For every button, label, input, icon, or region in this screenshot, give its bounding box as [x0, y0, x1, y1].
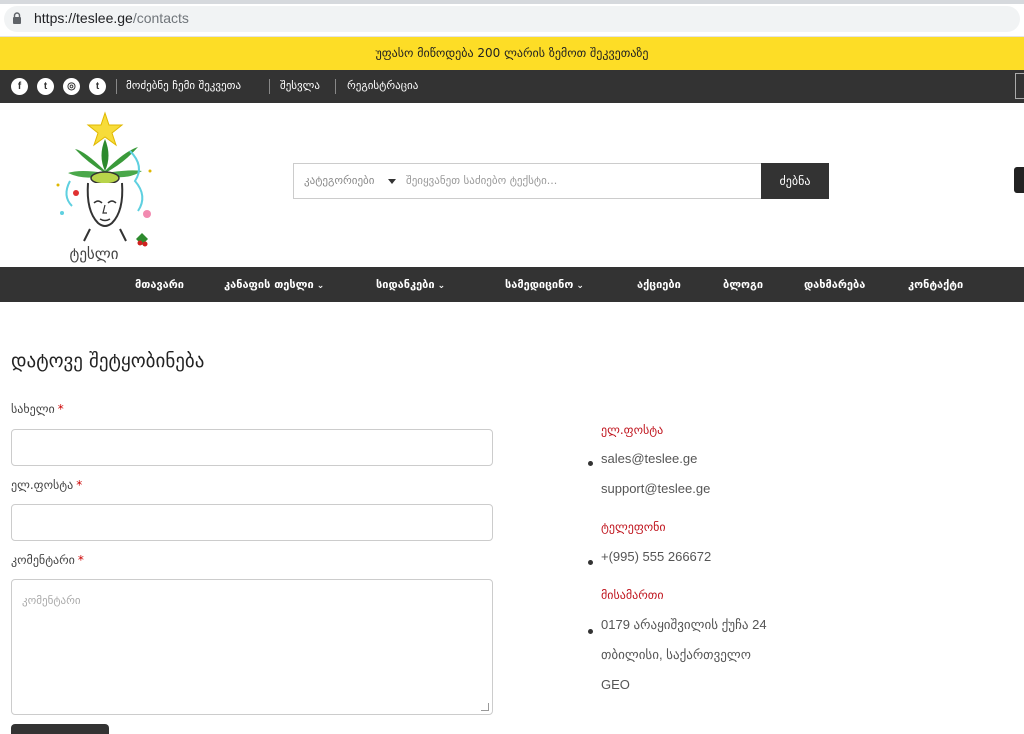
lock-icon: [13, 12, 21, 24]
page-title: დატოვე შეტყობინება: [11, 350, 205, 372]
nav-label: სამედიცინო: [505, 278, 574, 291]
promo-text: უფასო მიწოდება 200 ლარის ზემოთ შეკვეთაზე: [375, 46, 649, 60]
topbar-dropdown[interactable]: [1015, 73, 1024, 99]
search-input[interactable]: შეიყვანეთ საძიებო ტექსტი...: [406, 174, 557, 187]
email-label-text: ელ.ფოსტა: [11, 478, 74, 492]
nav-label: ბლოგი: [723, 278, 764, 291]
submit-button[interactable]: [11, 724, 109, 734]
comment-label: კომენტარი *: [11, 553, 84, 567]
promo-banner: უფასო მიწოდება 200 ლარის ზემოთ შეკვეთაზე: [0, 37, 1024, 70]
url-text[interactable]: https://teslee.ge/contacts: [34, 10, 189, 26]
list-bullet: [588, 461, 593, 466]
nav-label: კონტაქტი: [908, 278, 964, 291]
sales-email[interactable]: sales@teslee.ge: [601, 451, 697, 466]
address-heading: მისამართი: [601, 588, 664, 602]
url-host: https://teslee.ge: [34, 10, 133, 26]
divider: [335, 79, 336, 94]
nav-label: დახმარება: [804, 278, 866, 291]
site-header: ტესლი კატეგორიები შეიყვანეთ საძიებო ტექს…: [0, 103, 1024, 267]
list-bullet: [588, 560, 593, 565]
nav-label: კანაფის თესლი: [224, 278, 314, 291]
nav-item-home[interactable]: მთავარი: [135, 278, 184, 291]
list-bullet: [588, 629, 593, 634]
email-heading: ელ.ფოსტა: [601, 423, 664, 437]
chevron-down-icon: ⌄: [316, 281, 325, 291]
facebook-icon[interactable]: f: [11, 78, 28, 95]
name-field[interactable]: [11, 429, 493, 466]
comment-label-text: კომენტარი: [11, 553, 75, 567]
required-mark: *: [76, 478, 83, 492]
instagram-icon[interactable]: ◎: [63, 78, 80, 95]
register-link[interactable]: რეგისტრაცია: [347, 79, 418, 92]
twitter-icon[interactable]: t: [37, 78, 54, 95]
nav-item-medical[interactable]: სამედიცინო ⌄: [505, 278, 584, 291]
track-order-link[interactable]: მოძებნე ჩემი შეკვეთა: [126, 79, 241, 92]
nav-item-blog[interactable]: ბლოგი: [723, 278, 763, 291]
name-label-text: სახელი: [11, 402, 55, 416]
email-label: ელ.ფოსტა *: [11, 478, 82, 492]
nav-item-contact[interactable]: კონტაქტი: [908, 278, 963, 291]
support-email[interactable]: support@teslee.ge: [601, 481, 710, 496]
search-button[interactable]: ძებნა: [761, 163, 829, 199]
url-path: /contacts: [132, 10, 189, 26]
nav-label: სიდანკები: [376, 278, 435, 291]
main-nav: მთავარი კანაფის თესლი ⌄ სიდანკები ⌄ სამედი…: [0, 267, 1024, 302]
nav-item-seeds[interactable]: კანაფის თესლი ⌄: [224, 278, 324, 291]
browser-tab-strip: [0, 0, 1024, 4]
comment-placeholder: კომენტარი: [22, 594, 81, 607]
phone-heading: ტელეფონი: [601, 520, 666, 534]
nav-item-accessories[interactable]: სიდანკები ⌄: [376, 278, 445, 291]
nav-item-help[interactable]: დახმარება: [804, 278, 865, 291]
phone-number[interactable]: +(995) 555 266672: [601, 549, 711, 564]
nav-item-sales[interactable]: აქციები: [637, 278, 681, 291]
name-label: სახელი *: [11, 402, 64, 416]
cart-icon[interactable]: [1014, 167, 1024, 193]
chevron-down-icon[interactable]: [388, 179, 396, 184]
chevron-down-icon: ⌄: [437, 281, 446, 291]
divider: [116, 79, 117, 94]
nav-label: აქციები: [637, 278, 681, 291]
address-country: GEO: [601, 677, 630, 692]
divider: [269, 79, 270, 94]
browser-address-bar: https://teslee.ge/contacts: [0, 0, 1024, 37]
comment-field[interactable]: კომენტარი: [11, 579, 493, 715]
login-link[interactable]: შესვლა: [280, 79, 320, 92]
top-bar: f t ◎ t მოძებნე ჩემი შეკვეთა შესვლა რეგი…: [0, 70, 1024, 103]
nav-label: მთავარი: [135, 278, 185, 291]
email-field[interactable]: [11, 504, 493, 541]
tumblr-icon[interactable]: t: [89, 78, 106, 95]
required-mark: *: [57, 402, 64, 416]
required-mark: *: [77, 553, 84, 567]
search-bar: კატეგორიები შეიყვანეთ საძიებო ტექსტი... …: [293, 163, 829, 199]
resize-handle[interactable]: [481, 703, 489, 711]
site-logo[interactable]: ტესლი: [50, 111, 160, 263]
chevron-down-icon: ⌄: [576, 281, 584, 291]
category-select[interactable]: კატეგორიები: [304, 174, 374, 187]
logo-text: ტესლი: [70, 245, 119, 263]
address-city: თბილისი, საქართველო: [601, 647, 751, 662]
contact-page: დატოვე შეტყობინება სახელი * ელ.ფოსტა * კომ…: [0, 302, 1024, 734]
address-street: 0179 არაყიშვილის ქუჩა 24: [601, 617, 767, 632]
